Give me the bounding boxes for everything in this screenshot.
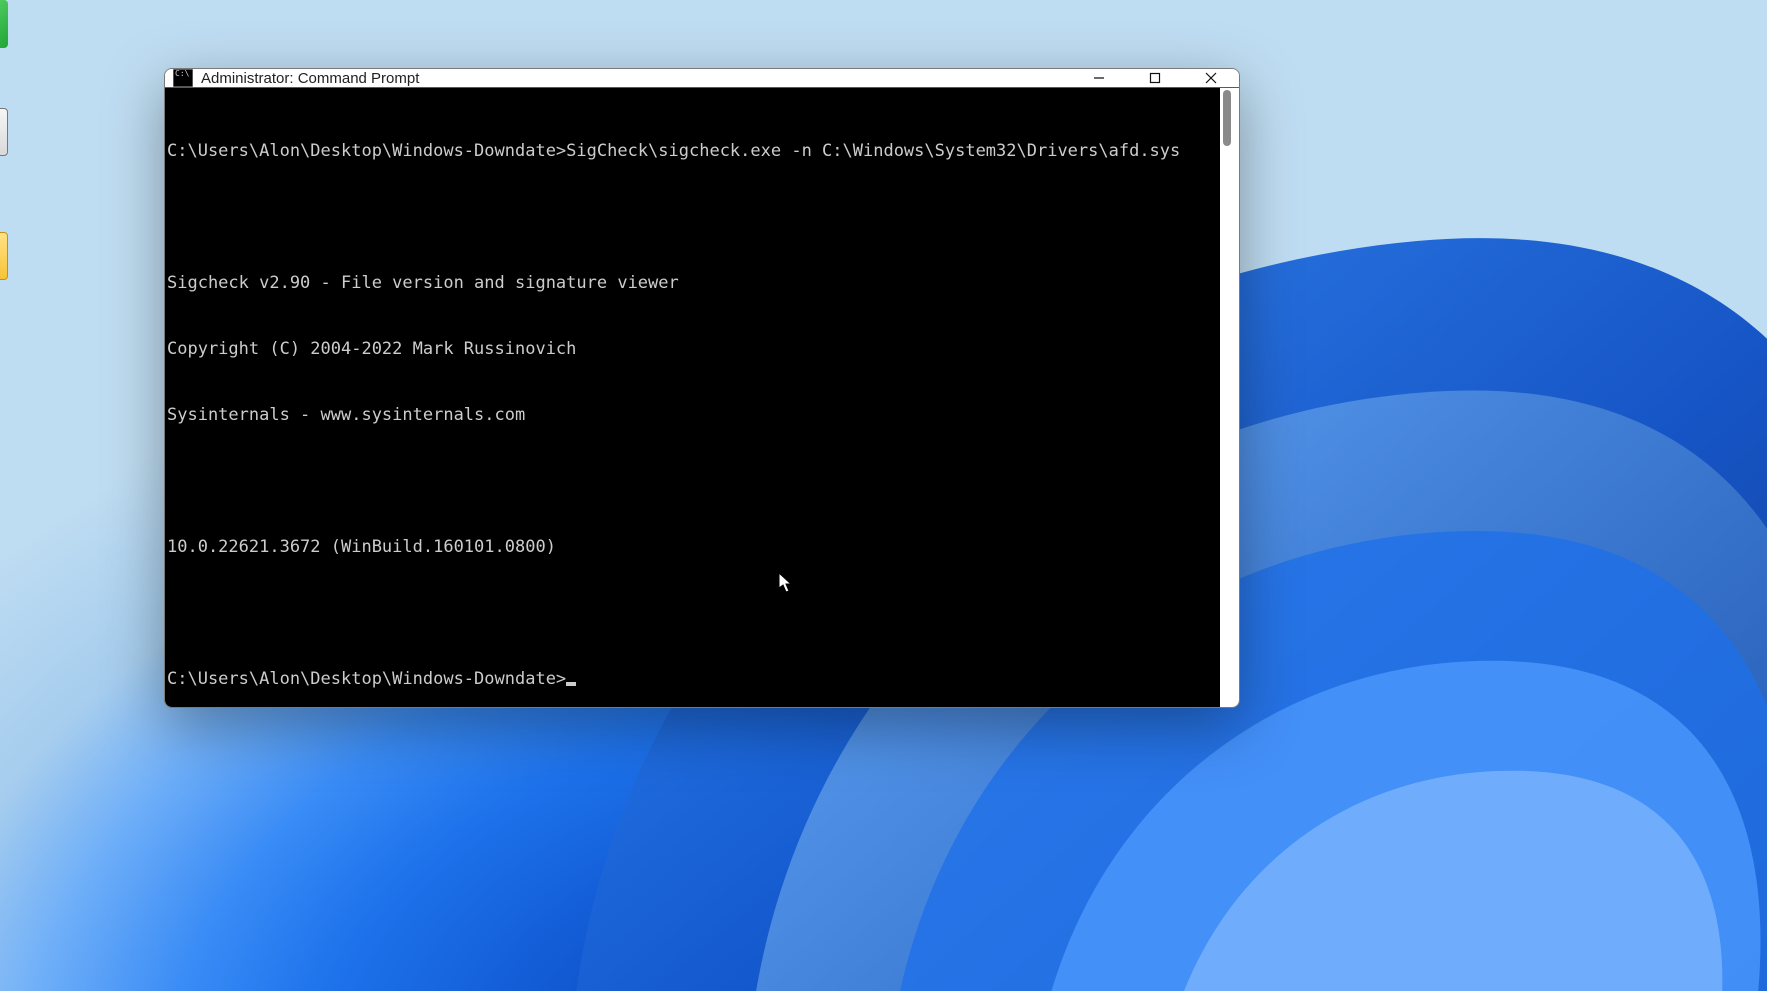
window-title: Administrator: Command Prompt bbox=[201, 70, 419, 87]
maximize-button[interactable] bbox=[1127, 69, 1183, 87]
console-prompt-line: C:\Users\Alon\Desktop\Windows-Downdate> bbox=[165, 668, 1239, 690]
client-area: C:\Users\Alon\Desktop\Windows-Downdate>S… bbox=[165, 87, 1239, 708]
console-blank-line bbox=[165, 602, 1239, 624]
console-cursor bbox=[566, 682, 576, 686]
console-prompt: C:\Users\Alon\Desktop\Windows-Downdate> bbox=[167, 141, 566, 161]
console-output-line: Copyright (C) 2004-2022 Mark Russinovich bbox=[165, 338, 1239, 360]
console-blank-line bbox=[165, 470, 1239, 492]
console-output-line: 10.0.22621.3672 (WinBuild.160101.0800) bbox=[165, 536, 1239, 558]
console-blank-line bbox=[165, 206, 1239, 228]
console-prompt: C:\Users\Alon\Desktop\Windows-Downdate> bbox=[167, 669, 566, 689]
console-output-line: Sigcheck v2.90 - File version and signat… bbox=[165, 272, 1239, 294]
command-prompt-window: Administrator: Command Prompt bbox=[164, 68, 1240, 708]
console-scrollbar[interactable] bbox=[1220, 88, 1239, 708]
close-icon bbox=[1205, 72, 1217, 84]
console-command-text: SigCheck\sigcheck.exe -n C:\Windows\Syst… bbox=[566, 141, 1180, 161]
cmd-icon bbox=[173, 69, 193, 87]
minimize-button[interactable] bbox=[1071, 69, 1127, 87]
titlebar-buttons bbox=[1071, 69, 1239, 87]
maximize-icon bbox=[1149, 72, 1161, 84]
titlebar[interactable]: Administrator: Command Prompt bbox=[165, 69, 1239, 87]
console-scrollbar-thumb[interactable] bbox=[1223, 90, 1231, 146]
console-command-line: C:\Users\Alon\Desktop\Windows-Downdate>S… bbox=[165, 140, 1239, 162]
minimize-icon bbox=[1093, 72, 1105, 84]
console-output-line: Sysinternals - www.sysinternals.com bbox=[165, 404, 1239, 426]
console-output[interactable]: C:\Users\Alon\Desktop\Windows-Downdate>S… bbox=[165, 87, 1239, 708]
close-button[interactable] bbox=[1183, 69, 1239, 87]
